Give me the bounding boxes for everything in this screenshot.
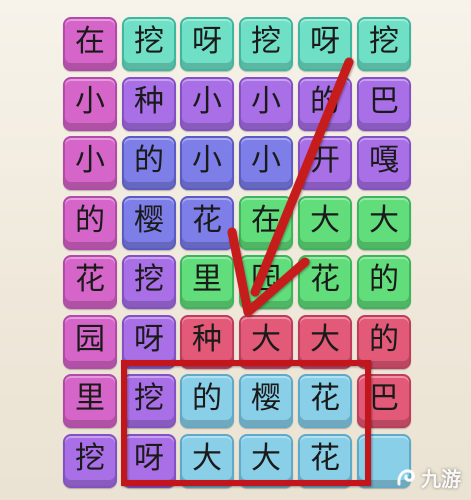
tile-r7-c2[interactable]: 挖 [122, 374, 176, 428]
tile-char: 开 [310, 143, 340, 178]
tile-r3-c6[interactable]: 嘎 [357, 136, 411, 190]
tile-r3-c2[interactable]: 的 [122, 136, 176, 190]
tile-r4-c4[interactable]: 在 [239, 196, 293, 250]
tile-char: 的 [369, 262, 399, 297]
tile-r6-c6[interactable]: 的 [357, 315, 411, 369]
tile-char: 小 [192, 84, 222, 119]
tile-char: 挖 [75, 441, 105, 476]
tile-char: 嘎 [369, 143, 399, 178]
tile-r7-c6[interactable]: 巴 [357, 374, 411, 428]
tile-r3-c5[interactable]: 开 [298, 136, 352, 190]
tile-char: 挖 [134, 24, 164, 59]
tile-r1-c4[interactable]: 挖 [239, 17, 293, 71]
tile-r5-c3[interactable]: 里 [180, 255, 234, 309]
tile-char: 的 [192, 381, 222, 416]
tile-r5-c1[interactable]: 花 [63, 255, 117, 309]
tile-char: 小 [75, 143, 105, 178]
tile-char: 花 [310, 262, 340, 297]
tile-r4-c2[interactable]: 樱 [122, 196, 176, 250]
tile-char: 的 [75, 203, 105, 238]
tile-char: 大 [251, 322, 281, 357]
tile-char: 的 [134, 143, 164, 178]
tile-r8-c1[interactable]: 挖 [63, 434, 117, 488]
watermark-text: 九游 [421, 467, 461, 491]
tile-r1-c3[interactable]: 呀 [180, 17, 234, 71]
tile-char: 园 [251, 262, 281, 297]
tile-char: 呀 [192, 24, 222, 59]
tile-char: 大 [251, 441, 281, 476]
tile-char: 种 [192, 322, 222, 357]
tile-r6-c3[interactable]: 种 [180, 315, 234, 369]
tile-char: 巴 [369, 84, 399, 119]
tile-char: 花 [310, 381, 340, 416]
jiuyou-logo-icon [397, 468, 415, 485]
tile-char: 巴 [369, 381, 399, 416]
tile-r1-c5[interactable]: 呀 [298, 17, 352, 71]
tile-r3-c4[interactable]: 小 [239, 136, 293, 190]
tile-char: 小 [251, 84, 281, 119]
tile-char: 在 [75, 24, 105, 59]
tile-r5-c4[interactable]: 园 [239, 255, 293, 309]
tile-char: 小 [192, 143, 222, 178]
tile-char: 呀 [134, 322, 164, 357]
tile-r5-c6[interactable]: 的 [357, 255, 411, 309]
tile-char: 在 [251, 203, 281, 238]
tile-r7-c1[interactable]: 里 [63, 374, 117, 428]
tile-char: 樱 [134, 203, 164, 238]
tile-r1-c6[interactable]: 挖 [357, 17, 411, 71]
tile-r2-c4[interactable]: 小 [239, 77, 293, 131]
tile-r4-c5[interactable]: 大 [298, 196, 352, 250]
tile-r2-c2[interactable]: 种 [122, 77, 176, 131]
tile-char: 樱 [251, 381, 281, 416]
tile-r4-c1[interactable]: 的 [63, 196, 117, 250]
tile-char: 小 [75, 84, 105, 119]
tile-r8-c5[interactable]: 花 [298, 434, 352, 488]
tile-r1-c1[interactable]: 在 [63, 17, 117, 71]
watermark: 九游 [394, 463, 461, 492]
tile-char: 的 [310, 84, 340, 119]
tile-r5-c2[interactable]: 挖 [122, 255, 176, 309]
tile-char: 花 [310, 441, 340, 476]
tile-char: 呀 [134, 441, 164, 476]
tile-char: 大 [369, 203, 399, 238]
tile-r8-c3[interactable]: 大 [180, 434, 234, 488]
tile-char: 挖 [134, 262, 164, 297]
game-board: 在挖呀挖呀挖小种小小的巴小的小小开嘎的樱花在大大花挖里园花的园呀种大大的里挖的樱… [0, 0, 471, 500]
tile-r8-c2[interactable]: 呀 [122, 434, 176, 488]
tile-r2-c1[interactable]: 小 [63, 77, 117, 131]
tile-char: 大 [310, 203, 340, 238]
tile-r6-c5[interactable]: 大 [298, 315, 352, 369]
tile-r8-c4[interactable]: 大 [239, 434, 293, 488]
tile-char: 大 [192, 441, 222, 476]
tile-r3-c1[interactable]: 小 [63, 136, 117, 190]
tile-char: 种 [134, 84, 164, 119]
tile-r2-c6[interactable]: 巴 [357, 77, 411, 131]
tile-char: 挖 [134, 381, 164, 416]
tile-char: 大 [310, 322, 340, 357]
tile-char: 挖 [251, 24, 281, 59]
tile-char: 里 [192, 262, 222, 297]
tile-r7-c4[interactable]: 樱 [239, 374, 293, 428]
tile-r4-c3[interactable]: 花 [180, 196, 234, 250]
tile-r1-c2[interactable]: 挖 [122, 17, 176, 71]
tile-char: 花 [192, 203, 222, 238]
tile-r6-c1[interactable]: 园 [63, 315, 117, 369]
tile-char: 挖 [369, 24, 399, 59]
tile-char: 里 [75, 381, 105, 416]
tile-r2-c5[interactable]: 的 [298, 77, 352, 131]
tile-r6-c4[interactable]: 大 [239, 315, 293, 369]
tile-r5-c5[interactable]: 花 [298, 255, 352, 309]
tile-char: 园 [75, 322, 105, 357]
tile-char: 的 [369, 322, 399, 357]
tile-r7-c5[interactable]: 花 [298, 374, 352, 428]
tile-r4-c6[interactable]: 大 [357, 196, 411, 250]
tile-r7-c3[interactable]: 的 [180, 374, 234, 428]
tile-char: 花 [75, 262, 105, 297]
tile-r6-c2[interactable]: 呀 [122, 315, 176, 369]
tile-r3-c3[interactable]: 小 [180, 136, 234, 190]
tile-char: 呀 [310, 24, 340, 59]
tile-r2-c3[interactable]: 小 [180, 77, 234, 131]
tile-char: 小 [251, 143, 281, 178]
